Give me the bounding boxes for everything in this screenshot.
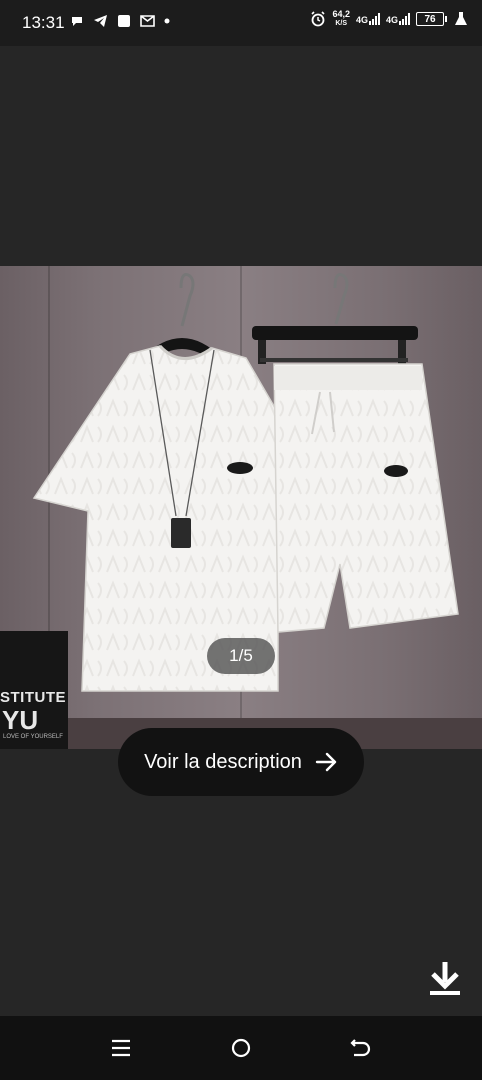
signal-icon [399,13,410,25]
notification-icons [70,14,170,28]
net-speed-value: 64,2 [332,9,350,19]
status-time: 13:31 [22,13,65,32]
chat-bubble-icon [72,17,82,26]
status-bar: 13:31 64,2 K/S 4G 4G 76 [0,0,482,46]
signal-icon [368,13,380,25]
download-icon[interactable] [428,960,462,996]
net-speed-unit: K/S [335,20,348,27]
page-indicator: 1/5 [207,638,275,674]
menu-icon[interactable] [109,1036,133,1060]
signal-1-label: 4G [355,15,368,25]
signal-2-label: 4G [385,15,398,25]
product-photo [32,273,459,692]
view-description-button[interactable]: Voir la description [118,728,364,796]
battery-icon: 76 [416,12,447,26]
telegram-icon [94,15,107,27]
view-description-label: Voir la description [144,750,302,773]
home-circle-icon[interactable] [229,1036,253,1060]
signal-2: 4G [386,13,410,25]
status-right: 64,2 K/S 4G 4G 76 [310,10,468,28]
bag-text-line1: STITUTE [0,689,66,706]
product-image-viewer[interactable]: STITUTE YU LOVE OF YOURSELF 1/5 [0,266,482,749]
arrow-right-icon [315,752,337,772]
signal-1: 4G [356,13,380,25]
alarm-icon [311,11,326,27]
bag-text-line3: LOVE OF YOURSELF [3,734,63,740]
dot-icon [164,18,170,24]
gmail-icon [140,15,155,27]
net-speed: 64,2 K/S [332,10,350,28]
app-square-icon [118,15,130,27]
battery-level: 76 [424,13,436,25]
back-icon[interactable] [349,1036,373,1060]
branded-bag: STITUTE YU LOVE OF YOURSELF [0,631,68,749]
flask-icon [455,12,467,25]
system-nav-bar [0,1016,482,1080]
bag-text-line2: YU [2,705,39,735]
